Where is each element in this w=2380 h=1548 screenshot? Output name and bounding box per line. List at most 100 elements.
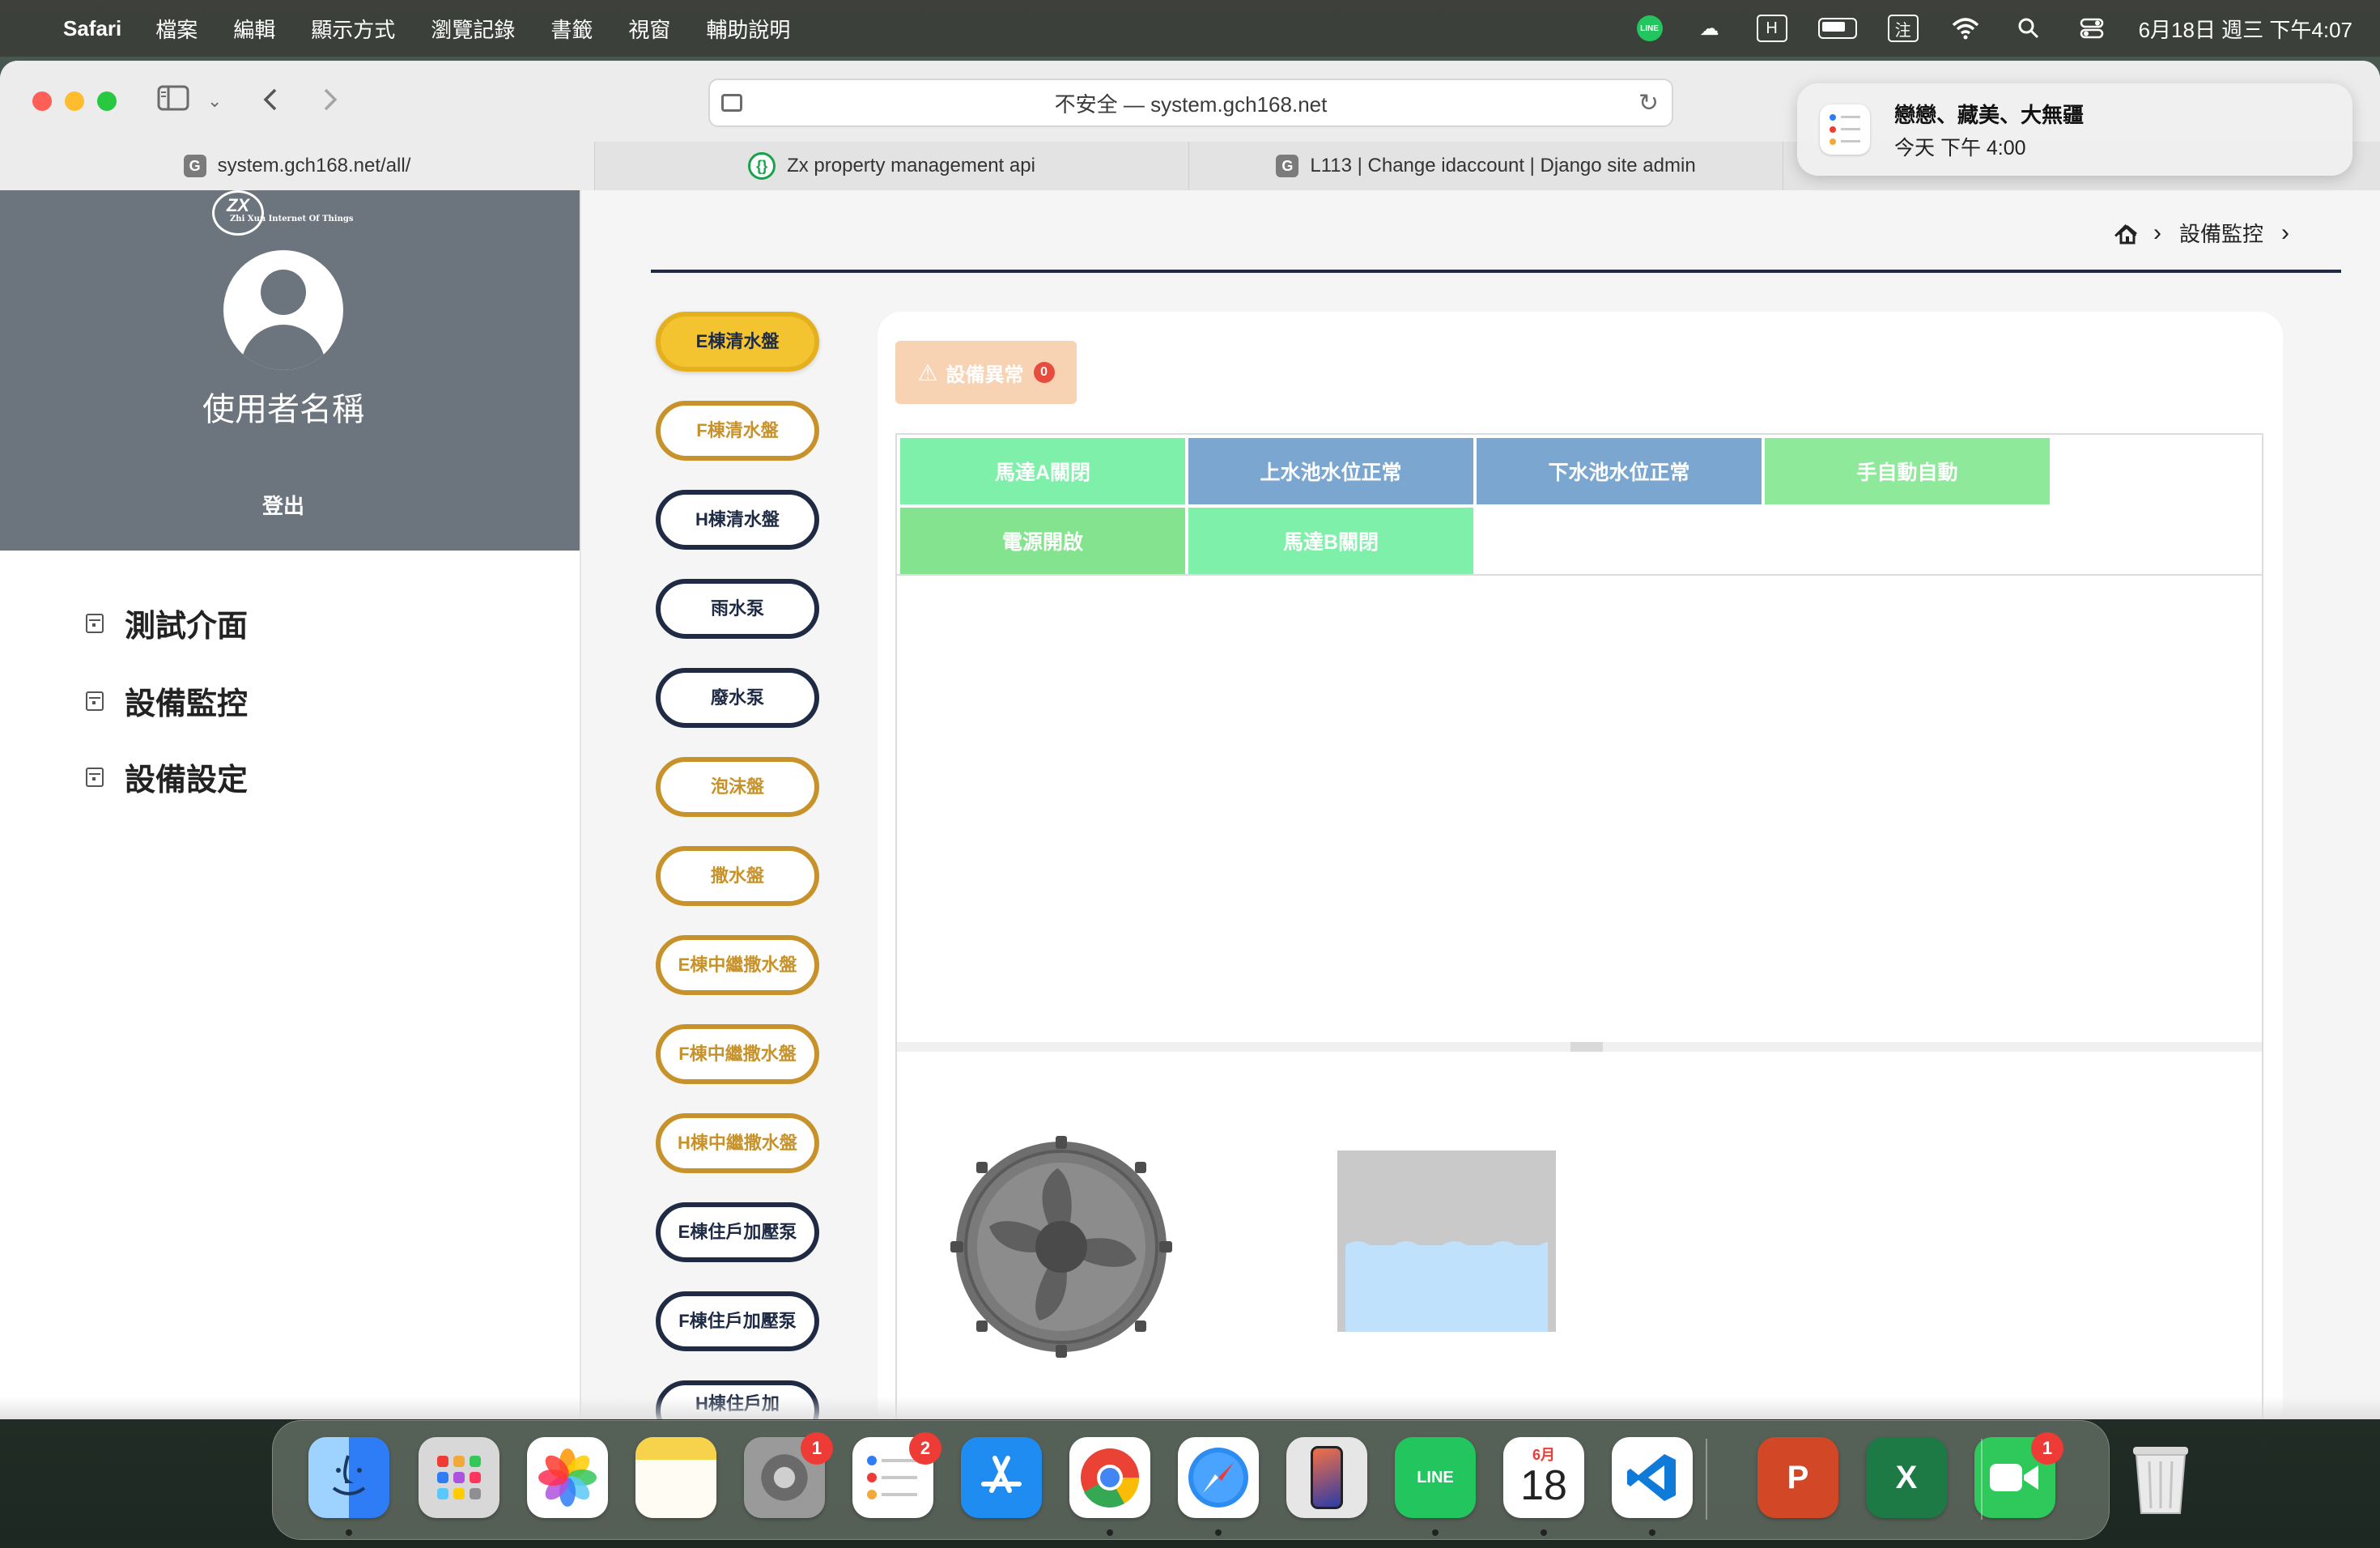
device-pill[interactable]: H棟中繼撒水盤 [656, 1113, 819, 1173]
running-indicator [1541, 1529, 1547, 1536]
nav-item-device-settings[interactable]: 設備設定 [86, 755, 248, 799]
status-tile: 下水池水位正常 [1477, 438, 1762, 504]
running-indicator [1432, 1529, 1439, 1536]
dock: 1 2 LINE 6月 18 P X 1 [272, 1420, 2188, 1540]
notification-title: 戀戀、藏美、大無疆 [1894, 102, 2085, 127]
tab-django-admin[interactable]: G L113 | Change idaccount | Django site … [1188, 142, 1783, 190]
tab-favicon: G [1276, 155, 1299, 177]
status-tile: 上水池水位正常 [1188, 438, 1473, 504]
menu-app-name[interactable]: Safari [63, 16, 121, 41]
battery-icon[interactable] [1817, 18, 1857, 39]
warning-icon: ⚠ [917, 359, 938, 385]
reminders-icon [1820, 104, 1870, 155]
menu-history[interactable]: 瀏覽記錄 [431, 14, 515, 44]
breadcrumb-current[interactable]: 設備監控 [2179, 218, 2263, 248]
forward-arrow-icon[interactable] [321, 85, 340, 121]
sidebar-nav: 測試介面 設備監控 設備設定 [0, 551, 580, 835]
window-zoom-button[interactable] [97, 91, 117, 111]
menu-file[interactable]: 檔案 [155, 14, 198, 44]
notification-time: 今天 下午 4:00 [1894, 136, 2026, 159]
running-indicator [1215, 1529, 1222, 1536]
water-level [1345, 1241, 1548, 1332]
calendar-icon [86, 767, 104, 787]
status-tile: 電源開啟 [900, 508, 1185, 574]
alarm-button[interactable]: ⚠ 設備異常 0 [895, 341, 1077, 404]
back-arrow-icon[interactable] [261, 85, 280, 121]
app-store-icon[interactable] [961, 1437, 1042, 1518]
notes-icon[interactable] [635, 1437, 716, 1518]
device-panel: ⚠ 設備異常 0 馬達A關閉 上水池水位正常 下水池水位正常 手自動自動 電源開… [878, 312, 2283, 1419]
menu-bookmarks[interactable]: 書籤 [550, 14, 593, 44]
nav-item-test-interface[interactable]: 測試介面 [86, 601, 248, 645]
tab-favicon: {} [748, 152, 776, 180]
photos-icon[interactable] [527, 1437, 608, 1518]
device-pill[interactable]: H棟清水盤 [656, 490, 819, 550]
safari-icon[interactable] [1178, 1437, 1259, 1518]
safari-window: ⌄ 不安全 — system.gch168.net ↻ G system.gch… [0, 61, 2380, 1419]
dock-separator [1706, 1439, 1707, 1520]
calendar-icon[interactable]: 6月 18 [1503, 1437, 1584, 1518]
menu-clock[interactable]: 6月18日 週三 下午4:07 [2139, 14, 2352, 44]
device-pill[interactable]: F棟清水盤 [656, 401, 819, 461]
tab-label: L113 | Change idaccount | Django site ad… [1310, 155, 1696, 176]
address-bar[interactable]: 不安全 — system.gch168.net ↻ [708, 79, 1673, 127]
wifi-icon[interactable] [1949, 15, 1982, 41]
running-indicator [1649, 1529, 1655, 1536]
device-pill[interactable]: E棟中繼撒水盤 [656, 935, 819, 995]
device-pill[interactable]: 撒水盤 [656, 846, 819, 906]
device-pill[interactable]: F棟中繼撒水盤 [656, 1024, 819, 1084]
vscode-icon[interactable] [1612, 1437, 1693, 1518]
window-minimize-button[interactable] [65, 91, 84, 111]
iphone-mirroring-icon[interactable] [1286, 1437, 1367, 1518]
running-indicator [346, 1529, 352, 1536]
menu-edit[interactable]: 編輯 [233, 14, 275, 44]
reminders-icon[interactable]: 2 [852, 1432, 941, 1518]
nav-item-device-monitoring[interactable]: 設備監控 [86, 678, 248, 723]
system-settings-icon[interactable]: 1 [744, 1432, 833, 1518]
launchpad-icon[interactable] [419, 1437, 499, 1518]
home-icon[interactable] [2116, 224, 2137, 244]
resize-handle[interactable] [897, 1042, 2262, 1052]
fan-icon [944, 1129, 1179, 1368]
tab-zx-api[interactable]: {} Zx property management api [594, 142, 1188, 190]
dock-separator [1981, 1439, 1983, 1520]
sidebar-toggle-icon[interactable] [157, 85, 189, 117]
status-tile: 手自動自動 [1765, 438, 2050, 504]
spotlight-icon[interactable] [2012, 15, 2045, 41]
notification-badge: 2 [909, 1432, 941, 1465]
sidebar-empty [0, 834, 580, 1419]
tab-system-all[interactable]: G system.gch168.net/all/ [0, 142, 594, 190]
line-icon[interactable]: LINE [1395, 1437, 1476, 1518]
username: 使用者名稱 [202, 392, 364, 427]
logout-link[interactable]: 登出 [0, 490, 567, 520]
control-center-icon[interactable] [2076, 15, 2108, 41]
hi-app-icon[interactable]: H [1756, 15, 1787, 42]
device-pill[interactable]: 雨水泵 [656, 579, 819, 639]
chrome-icon[interactable] [1069, 1437, 1150, 1518]
avatar-icon [223, 250, 343, 370]
menu-view[interactable]: 顯示方式 [311, 14, 395, 44]
menu-window[interactable]: 視窗 [628, 14, 670, 44]
input-method-icon[interactable]: 注 [1887, 15, 1919, 42]
device-pill[interactable]: 廢水泵 [656, 668, 819, 728]
facetime-icon[interactable]: 1 [1974, 1432, 2063, 1518]
device-pill[interactable]: E棟清水盤 [656, 312, 819, 372]
device-pill[interactable]: F棟住戶加壓泵 [656, 1291, 819, 1351]
company-logo: ZX Zhi Xun Internet Of Things [212, 190, 358, 239]
reminder-notification[interactable]: 戀戀、藏美、大無疆 今天 下午 4:00 [1797, 83, 2352, 176]
page-settings-icon[interactable] [721, 94, 742, 112]
menu-help[interactable]: 輔助說明 [706, 14, 790, 44]
device-pill[interactable]: 泡沫盤 [656, 757, 819, 817]
excel-icon[interactable]: X [1866, 1437, 1947, 1518]
icloud-icon[interactable]: ☁ [1694, 15, 1726, 41]
sidebar-profile: ZX Zhi Xun Internet Of Things 使用者名稱 登出 [0, 190, 580, 551]
line-status-icon[interactable]: LINE [1636, 15, 1663, 41]
window-close-button[interactable] [32, 91, 52, 111]
device-pill[interactable]: E棟住戶加壓泵 [656, 1202, 819, 1262]
water-tank [1337, 1150, 1556, 1332]
finder-icon[interactable] [308, 1437, 389, 1518]
reload-icon[interactable]: ↻ [1638, 89, 1659, 117]
chevron-down-icon[interactable]: ⌄ [207, 85, 222, 117]
trash-icon[interactable] [2120, 1437, 2201, 1518]
powerpoint-icon[interactable]: P [1757, 1437, 1838, 1518]
